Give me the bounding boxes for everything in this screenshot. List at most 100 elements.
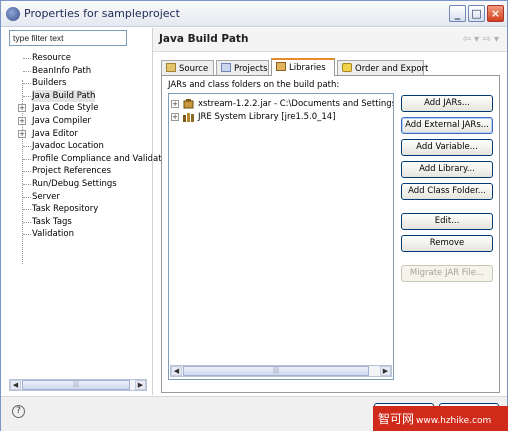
tree-item[interactable]: Builders	[32, 77, 67, 89]
tree-item[interactable]: Task Repository	[32, 203, 98, 215]
properties-window: Properties for sampleproject _ □ × Resou…	[0, 0, 508, 431]
tree-item[interactable]: Run/Debug Settings	[32, 178, 117, 190]
tree-item-label: Java Compiler	[32, 116, 91, 126]
page-area: Java Build Path ⇦ ▾ ⇨ ▾ Source Projects …	[153, 28, 507, 395]
tree-item-label: Javadoc Location	[32, 141, 104, 152]
tree-item-label: Java Editor	[32, 128, 78, 139]
watermark-text: 智可网	[378, 412, 415, 426]
tree-connector	[23, 70, 31, 72]
add-jars-button[interactable]: Add JARs...	[401, 95, 493, 112]
maximize-button[interactable]: □	[468, 5, 485, 22]
help-icon[interactable]: ?	[12, 405, 25, 418]
add-external-jars-button[interactable]: Add External JARs...	[401, 117, 493, 134]
tab-libraries[interactable]: Libraries	[271, 58, 335, 76]
eclipse-icon	[6, 7, 20, 21]
tree-item[interactable]: Java Compiler	[32, 115, 91, 127]
expand-icon[interactable]: +	[171, 113, 179, 121]
tree-item-label: Builders	[32, 78, 67, 89]
tree-connector	[23, 184, 31, 185]
jar-icon	[183, 99, 194, 109]
tree-connector	[23, 209, 31, 211]
tree-item-label: Task Repository	[32, 204, 99, 215]
tree-connector	[23, 234, 31, 236]
list-item-label: JRE System Library [jre1.5.0_14]	[198, 112, 336, 122]
tree-item[interactable]: Java Editor	[32, 128, 78, 140]
tree-connector	[23, 221, 31, 223]
tree-item-label: Validation	[32, 229, 74, 240]
tree-item[interactable]: Java Code Style	[32, 102, 98, 114]
tree-item-label: Resource	[32, 53, 71, 63]
expand-icon[interactable]: +	[171, 100, 179, 108]
watermark-banner: 智可网 www.hzhike.com	[373, 406, 508, 431]
libraries-icon	[276, 62, 286, 71]
tree-item[interactable]: Java Build Path	[32, 89, 96, 102]
remove-button[interactable]: Remove	[401, 235, 493, 252]
scroll-thumb[interactable]: |||	[22, 380, 130, 390]
history-navigation: ⇦ ▾ ⇨ ▾	[463, 34, 499, 45]
list-item-label: xstream-1.2.2.jar - C:\Documents and Set…	[198, 99, 394, 109]
migrate-jar-button: Migrate JAR File...	[401, 265, 493, 282]
list-item[interactable]: + JRE System Library [jre1.5.0_14]	[171, 111, 393, 123]
sidebar-horizontal-scrollbar[interactable]: ◀ ||| ▶	[9, 379, 147, 391]
tree-connector	[23, 95, 31, 97]
forward-arrow-icon[interactable]: ⇨	[482, 34, 490, 45]
close-button[interactable]: ×	[487, 5, 504, 22]
title-bar: Properties for sampleproject _ □ ×	[1, 1, 507, 27]
tree-item[interactable]: Resource	[32, 52, 71, 64]
tree-item-label: Server	[32, 191, 60, 202]
preference-tree: Resource BeanInfo Path Builders Java Build …	[9, 52, 169, 377]
tree-item-label: Java Build Path	[32, 90, 96, 101]
tree-item[interactable]: Profile Compliance and Validatic	[32, 153, 169, 165]
scroll-right-icon[interactable]: ▶	[135, 380, 146, 390]
tree-item[interactable]: Project References	[32, 165, 111, 177]
expand-icon[interactable]: +	[18, 117, 26, 125]
tree-connector	[23, 171, 31, 173]
projects-icon	[221, 63, 231, 72]
expand-icon[interactable]: +	[18, 129, 26, 138]
add-variable-button[interactable]: Add Variable...	[401, 139, 493, 156]
libraries-panel: JARs and class folders on the build path…	[161, 75, 500, 393]
library-list[interactable]: + xstream-1.2.2.jar - C:\Documents and S…	[168, 93, 394, 380]
list-item[interactable]: + xstream-1.2.2.jar - C:\Documents and S…	[171, 98, 393, 110]
tree-item-label: Run/Debug Settings	[32, 179, 117, 189]
window-title: Properties for sampleproject	[24, 7, 180, 20]
tree-connector	[23, 58, 31, 59]
tree-item[interactable]: BeanInfo Path	[32, 65, 91, 77]
scroll-left-icon[interactable]: ◀	[171, 366, 182, 376]
tree-item[interactable]: Server	[32, 191, 60, 203]
back-arrow-icon[interactable]: ⇦	[463, 34, 471, 45]
page-title: Java Build Path	[159, 33, 249, 45]
tree-item[interactable]: Javadoc Location	[32, 140, 104, 152]
page-header: Java Build Path ⇦ ▾ ⇨ ▾	[153, 28, 507, 52]
scroll-left-icon[interactable]: ◀	[10, 380, 21, 390]
tree-item-label: Java Code Style	[32, 103, 99, 114]
library-icon	[183, 112, 194, 122]
tree-item[interactable]: Task Tags	[32, 216, 72, 228]
filter-input[interactable]	[9, 30, 127, 46]
tab-projects[interactable]: Projects	[216, 60, 269, 76]
scroll-thumb[interactable]: |||	[183, 366, 369, 376]
tree-connector	[23, 196, 31, 198]
edit-button[interactable]: Edit...	[401, 213, 493, 230]
dropdown-arrow-icon[interactable]: ▾	[494, 34, 499, 45]
tree-connector	[23, 158, 31, 160]
tree-connector	[23, 146, 31, 148]
tab-source[interactable]: Source	[161, 60, 214, 76]
list-horizontal-scrollbar[interactable]: ◀ ||| ▶	[170, 365, 392, 377]
watermark-url: www.hzhike.com	[416, 416, 492, 426]
source-folder-icon	[166, 63, 176, 72]
sidebar: Resource BeanInfo Path BuildersJava Build …	[5, 28, 169, 395]
order-export-icon	[342, 63, 352, 72]
tree-item-label: Task Tags	[32, 216, 72, 227]
tree-item-label: Project References	[32, 166, 112, 177]
dropdown-arrow-icon[interactable]: ▾	[474, 34, 479, 45]
scroll-right-icon[interactable]: ▶	[380, 366, 391, 376]
add-class-folder-button[interactable]: Add Class Folder...	[401, 183, 493, 200]
minimize-button[interactable]: _	[449, 5, 466, 22]
expand-icon[interactable]: +	[18, 104, 26, 113]
tab-order-and-export[interactable]: Order and Export	[337, 60, 428, 76]
tree-item-label: BeanInfo Path	[32, 65, 92, 76]
add-library-button[interactable]: Add Library...	[401, 161, 493, 178]
tree-item[interactable]: Validation	[32, 228, 74, 240]
tree-connector	[23, 83, 31, 85]
